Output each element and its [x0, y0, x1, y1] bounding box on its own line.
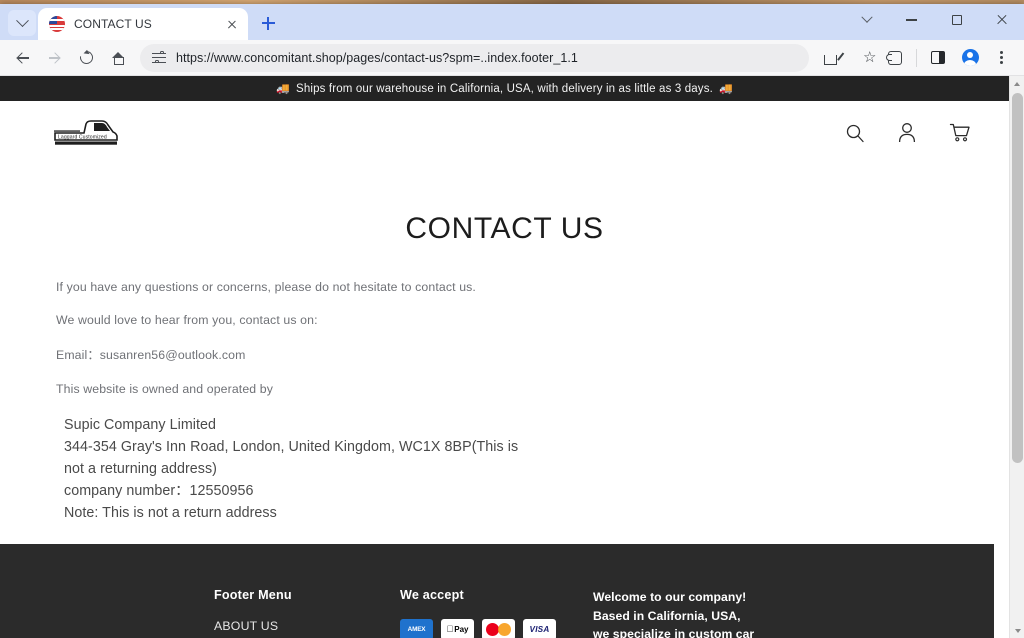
- arrow-up-icon: [1014, 81, 1020, 86]
- address-line: not a returning address): [64, 461, 217, 477]
- footer-menu-heading: Footer Menu: [214, 588, 292, 602]
- address-line: Supic Company Limited: [64, 417, 217, 433]
- extensions-button[interactable]: [880, 43, 910, 73]
- scroll-down-button[interactable]: [1010, 623, 1024, 638]
- home-icon: [111, 51, 125, 65]
- close-window-button[interactable]: [979, 4, 1024, 36]
- page-title: CONTACT US: [405, 212, 604, 245]
- browser-toolbar: https://www.concomitant.shop/pages/conta…: [0, 40, 1024, 76]
- footer-columns: Footer Menu ABOUT US CONTACT US We accep…: [0, 588, 994, 638]
- main-content: CONTACT US If you have any questions or …: [0, 212, 1009, 524]
- paragraph: We would love to hear from you, contact …: [56, 312, 318, 327]
- side-panel-button[interactable]: [923, 43, 953, 73]
- avatar-icon: [961, 49, 979, 66]
- kebab-menu-icon: [1000, 50, 1004, 66]
- truck-icon-left: 🚚: [276, 83, 291, 95]
- arrow-right-icon: [48, 52, 60, 63]
- browser-tab[interactable]: CONTACT US: [38, 8, 248, 40]
- chevron-down-icon: [15, 13, 29, 27]
- toolbar-divider: [916, 48, 917, 67]
- us-flag-favicon-icon: [49, 16, 65, 32]
- reload-button[interactable]: [71, 43, 101, 73]
- maximize-icon: [951, 15, 962, 25]
- close-icon: [996, 14, 1008, 26]
- arrow-left-icon: [17, 52, 29, 63]
- search-icon[interactable]: [843, 121, 867, 145]
- address-line: company number：12550956: [64, 483, 254, 499]
- address-bar[interactable]: https://www.concomitant.shop/pages/conta…: [140, 43, 809, 72]
- address-line: Note: This is not a return address: [64, 505, 277, 521]
- address-line: 344-354 Gray's Inn Road, London, United …: [64, 439, 519, 455]
- announcement-bar: 🚚 Ships from our warehouse in California…: [0, 76, 1009, 101]
- reload-icon: [76, 48, 96, 67]
- browser-menu-button[interactable]: [987, 43, 1017, 73]
- close-tab-icon[interactable]: [224, 16, 240, 32]
- tab-title: CONTACT US: [74, 17, 152, 31]
- forward-button[interactable]: [39, 43, 69, 73]
- payment-icons-row: AMEX  Pay VISA: [400, 619, 593, 638]
- bookmark-button[interactable]: ☆: [848, 43, 878, 73]
- window-controls: [844, 4, 1024, 36]
- web-page: 🚚 Ships from our warehouse in California…: [0, 76, 1009, 638]
- apple-glyph-icon: : [447, 625, 454, 634]
- arrow-down-icon: [1014, 628, 1021, 633]
- url-text: https://www.concomitant.shop/pages/conta…: [176, 50, 578, 65]
- chevron-down-icon: [860, 11, 873, 23]
- share-button[interactable]: [816, 43, 846, 73]
- maximize-button[interactable]: [934, 4, 979, 36]
- email-line: Email：susanren56@outlook.com: [56, 348, 246, 362]
- about-line: Based in California, USA,: [593, 608, 741, 623]
- footer-payments-column: We accept AMEX  Pay VISA: [400, 588, 593, 638]
- puzzle-icon: [885, 50, 902, 65]
- footer-about-column: Welcome to our company! Based in Califor…: [593, 588, 843, 638]
- home-button[interactable]: [103, 43, 133, 73]
- footer-menu-column: Footer Menu ABOUT US CONTACT US: [214, 588, 400, 638]
- page-viewport: 🚚 Ships from our warehouse in California…: [0, 76, 1024, 638]
- site-logo[interactable]: Laggard Customized: [50, 116, 128, 149]
- apple-pay-icon:  Pay: [441, 619, 474, 638]
- new-tab-button[interactable]: [254, 9, 282, 37]
- site-header: Laggard Customized: [0, 101, 1009, 164]
- cart-icon[interactable]: [947, 121, 971, 145]
- svg-text:Laggard Customized: Laggard Customized: [58, 134, 107, 140]
- scroll-up-button[interactable]: [1010, 76, 1024, 91]
- mastercard-icon: [482, 619, 515, 638]
- company-address-block: Supic Company Limited 344-354 Gray's Inn…: [56, 414, 953, 524]
- amex-icon: AMEX: [400, 619, 433, 638]
- share-icon: [824, 51, 838, 65]
- header-icon-group: [843, 121, 985, 145]
- about-line: we specialize in custom car: [593, 627, 755, 638]
- site-footer: Footer Menu ABOUT US CONTACT US We accep…: [0, 544, 994, 638]
- profile-button[interactable]: [955, 43, 985, 73]
- browser-window: CONTACT US https://www.concomitant.shop/…: [0, 4, 1024, 638]
- minimize-icon: [906, 19, 917, 21]
- page-scrollbar[interactable]: [1009, 76, 1024, 638]
- paragraph: If you have any questions or concerns, p…: [56, 280, 476, 294]
- mastercard-right-circle: [498, 623, 511, 636]
- minimize-button[interactable]: [889, 4, 934, 36]
- intro-paragraphs: If you have any questions or concerns, p…: [56, 280, 953, 396]
- visa-icon: VISA: [523, 619, 556, 638]
- truck-icon-right: 🚚: [718, 83, 733, 95]
- payments-heading: We accept: [400, 588, 464, 602]
- account-icon[interactable]: [895, 121, 919, 145]
- announcement-text: Ships from our warehouse in California, …: [296, 82, 713, 95]
- truck-logo-icon: Laggard Customized: [54, 120, 118, 145]
- tab-search-button[interactable]: [8, 10, 36, 36]
- footer-link-about-us[interactable]: ABOUT US: [214, 619, 400, 633]
- window-expand-button[interactable]: [844, 4, 889, 36]
- site-settings-icon[interactable]: [152, 50, 166, 64]
- back-button[interactable]: [7, 43, 37, 73]
- tab-strip: CONTACT US: [0, 4, 1024, 40]
- scrollbar-thumb[interactable]: [1012, 93, 1023, 463]
- paragraph: This website is owned and operated by: [56, 381, 274, 396]
- apple-pay-label: Pay: [450, 625, 468, 634]
- about-line: Welcome to our company!: [593, 590, 747, 604]
- side-panel-icon: [931, 51, 945, 64]
